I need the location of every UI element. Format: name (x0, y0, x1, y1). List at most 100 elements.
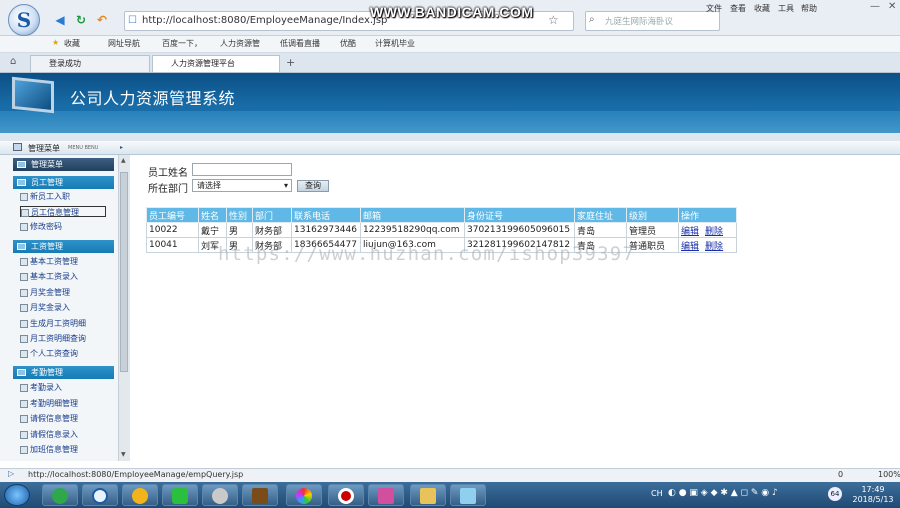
sidebar-item-att-5[interactable]: 加班信息管理 (20, 444, 78, 455)
minimize-icon[interactable]: — (870, 1, 880, 12)
menu-help[interactable]: 帮助 (801, 3, 817, 14)
sidebar-item-att-4[interactable]: 请假信息录入 (20, 429, 78, 440)
fav-item[interactable]: 收藏 (64, 38, 80, 49)
fav-item[interactable]: 优酷 (340, 38, 356, 49)
status-count: 0 (838, 470, 844, 479)
menu-view[interactable]: 查看 (730, 3, 746, 14)
sidebar-section-salary[interactable]: 工资管理 (13, 240, 114, 253)
taskbar-app[interactable] (122, 484, 158, 506)
taskbar-app[interactable] (202, 484, 238, 506)
sidebar-section-employee[interactable]: 员工管理 (13, 176, 114, 189)
taskbar-app[interactable] (162, 484, 198, 506)
back-icon[interactable]: ◀ (52, 12, 68, 28)
sidebar-item-salary-5[interactable]: 生成月工资明细 (20, 318, 86, 329)
scroll-down-icon[interactable]: ▼ (121, 451, 126, 458)
undo-icon[interactable]: ↶ (94, 12, 110, 28)
favorites-star-icon: ★ (52, 38, 60, 47)
fav-item[interactable]: 低调看直播 (280, 38, 320, 49)
col-header: 姓名 (198, 207, 227, 223)
edit-link[interactable]: 编辑 (681, 242, 699, 252)
menu-file[interactable]: 文件 (706, 3, 722, 14)
taskbar-app[interactable] (450, 484, 486, 506)
folder-icon (17, 243, 26, 250)
monitor-icon (12, 76, 54, 114)
taskbar-app[interactable] (242, 484, 278, 506)
collapse-icon[interactable]: ▸ (120, 144, 123, 151)
cell-level: 管理员 (626, 222, 679, 238)
folder-icon (17, 369, 26, 376)
close-icon[interactable]: ✕ (888, 1, 896, 12)
tab-hr-platform[interactable]: 人力资源管理平台 (152, 55, 280, 72)
address-text: http://localhost:8080/EmployeeManage/Ind… (142, 15, 388, 26)
sidebar-item-att-1[interactable]: 考勤录入 (20, 382, 62, 393)
zoom-level[interactable]: 100% (878, 470, 900, 479)
cell-name: 戴宁 (198, 222, 227, 238)
sidebar-item-salary-3[interactable]: 月奖金管理 (20, 287, 70, 298)
col-header: 级别 (626, 207, 679, 223)
sidebar-item-att-2[interactable]: 考勤明细管理 (20, 398, 78, 409)
taskbar-app[interactable] (410, 484, 446, 506)
sidebar-item-salary-4[interactable]: 月奖金录入 (20, 302, 70, 313)
sidebar-item-salary-6[interactable]: 月工资明细查询 (20, 333, 86, 344)
taskbar-app[interactable] (286, 484, 322, 506)
cell-gender: 男 (226, 222, 253, 238)
cell-email: 12239518290qq.com (360, 222, 465, 238)
sidebar-item-salary-1[interactable]: 基本工资管理 (20, 256, 78, 267)
delete-link[interactable]: 删除 (705, 227, 723, 237)
cell-dept: 财务部 (252, 222, 292, 238)
table-header-row: 员工编号 姓名 性别 部门 联系电话 邮箱 身份证号 家庭住址 级别 操作 (146, 207, 737, 223)
taskbar-app[interactable] (82, 484, 118, 506)
sidebar-toggle-icon[interactable]: ▷ (8, 469, 14, 478)
taskbar-clock[interactable]: 17:49 2018/5/13 (850, 485, 896, 505)
sidebar-item-salary-7[interactable]: 个人工资查询 (20, 348, 78, 359)
tray-language[interactable]: CH (651, 489, 663, 498)
fav-item[interactable]: 计算机毕业 (375, 38, 415, 49)
tray-icons[interactable]: ◐ ● ▣ ◈ ◆ ✱ ▲ ◻ ✎ ◉ ♪ (668, 488, 778, 498)
recorder-watermark: WWW.BANDICAM.COM (370, 4, 534, 20)
clock-time: 17:49 (861, 485, 885, 494)
fav-item[interactable]: 百度一下， (162, 38, 202, 49)
edit-link[interactable]: 编辑 (681, 227, 699, 237)
tab-login[interactable]: 登录成功 (30, 55, 150, 72)
star-icon[interactable]: ☆ (548, 13, 559, 27)
cell-address: 青岛 (574, 222, 627, 238)
start-button[interactable] (4, 484, 30, 506)
col-header: 部门 (252, 207, 292, 223)
taskbar-app[interactable] (328, 484, 364, 506)
menu-favorites[interactable]: 收藏 (754, 3, 770, 14)
folder-icon (17, 179, 26, 186)
shop-watermark: https://www.huzhan.com/ishop39397 (218, 243, 636, 265)
home-icon[interactable]: ⌂ (10, 56, 16, 67)
dept-label: 所在部门 (148, 184, 188, 195)
app-title: 公司人力资源管理系统 (70, 89, 236, 108)
col-header: 操作 (678, 207, 737, 223)
col-header: 联系电话 (291, 207, 361, 223)
sidebar-item-change-password[interactable]: 修改密码 (20, 221, 62, 232)
tray-badge[interactable]: 64 (828, 487, 842, 501)
refresh-icon[interactable]: ↻ (73, 12, 89, 28)
fav-item[interactable]: 网址导航 (108, 38, 140, 49)
scrollbar-thumb[interactable] (120, 172, 128, 372)
delete-link[interactable]: 删除 (705, 242, 723, 252)
scroll-up-icon[interactable]: ▲ (121, 157, 126, 164)
cell-id: 10022 (146, 222, 199, 238)
cell-actions: 编辑 删除 (678, 237, 737, 253)
sidebar-section-attendance[interactable]: 考勤管理 (13, 366, 114, 379)
name-input[interactable] (192, 163, 292, 176)
header-band (0, 111, 900, 133)
sidebar-item-new-employee[interactable]: 新员工入职 (20, 191, 70, 202)
col-header: 家庭住址 (574, 207, 627, 223)
sidebar-item-att-3[interactable]: 请假信息管理 (20, 413, 78, 424)
taskbar-app[interactable] (42, 484, 78, 506)
sidebar-item-employee-info[interactable]: 员工信息管理 (20, 206, 106, 217)
menu-tools[interactable]: 工具 (778, 3, 794, 14)
dept-select[interactable]: 请选择 (192, 179, 292, 192)
sidebar-item-salary-2[interactable]: 基本工资录入 (20, 271, 78, 282)
page-icon: ☐ (128, 15, 137, 26)
new-tab-button[interactable]: + (286, 56, 295, 69)
fav-item[interactable]: 人力资源管 (220, 38, 260, 49)
col-header: 身份证号 (464, 207, 575, 223)
taskbar-app[interactable] (368, 484, 404, 506)
query-button[interactable]: 查询 (297, 180, 329, 192)
browser-logo-icon[interactable]: S (8, 4, 40, 36)
